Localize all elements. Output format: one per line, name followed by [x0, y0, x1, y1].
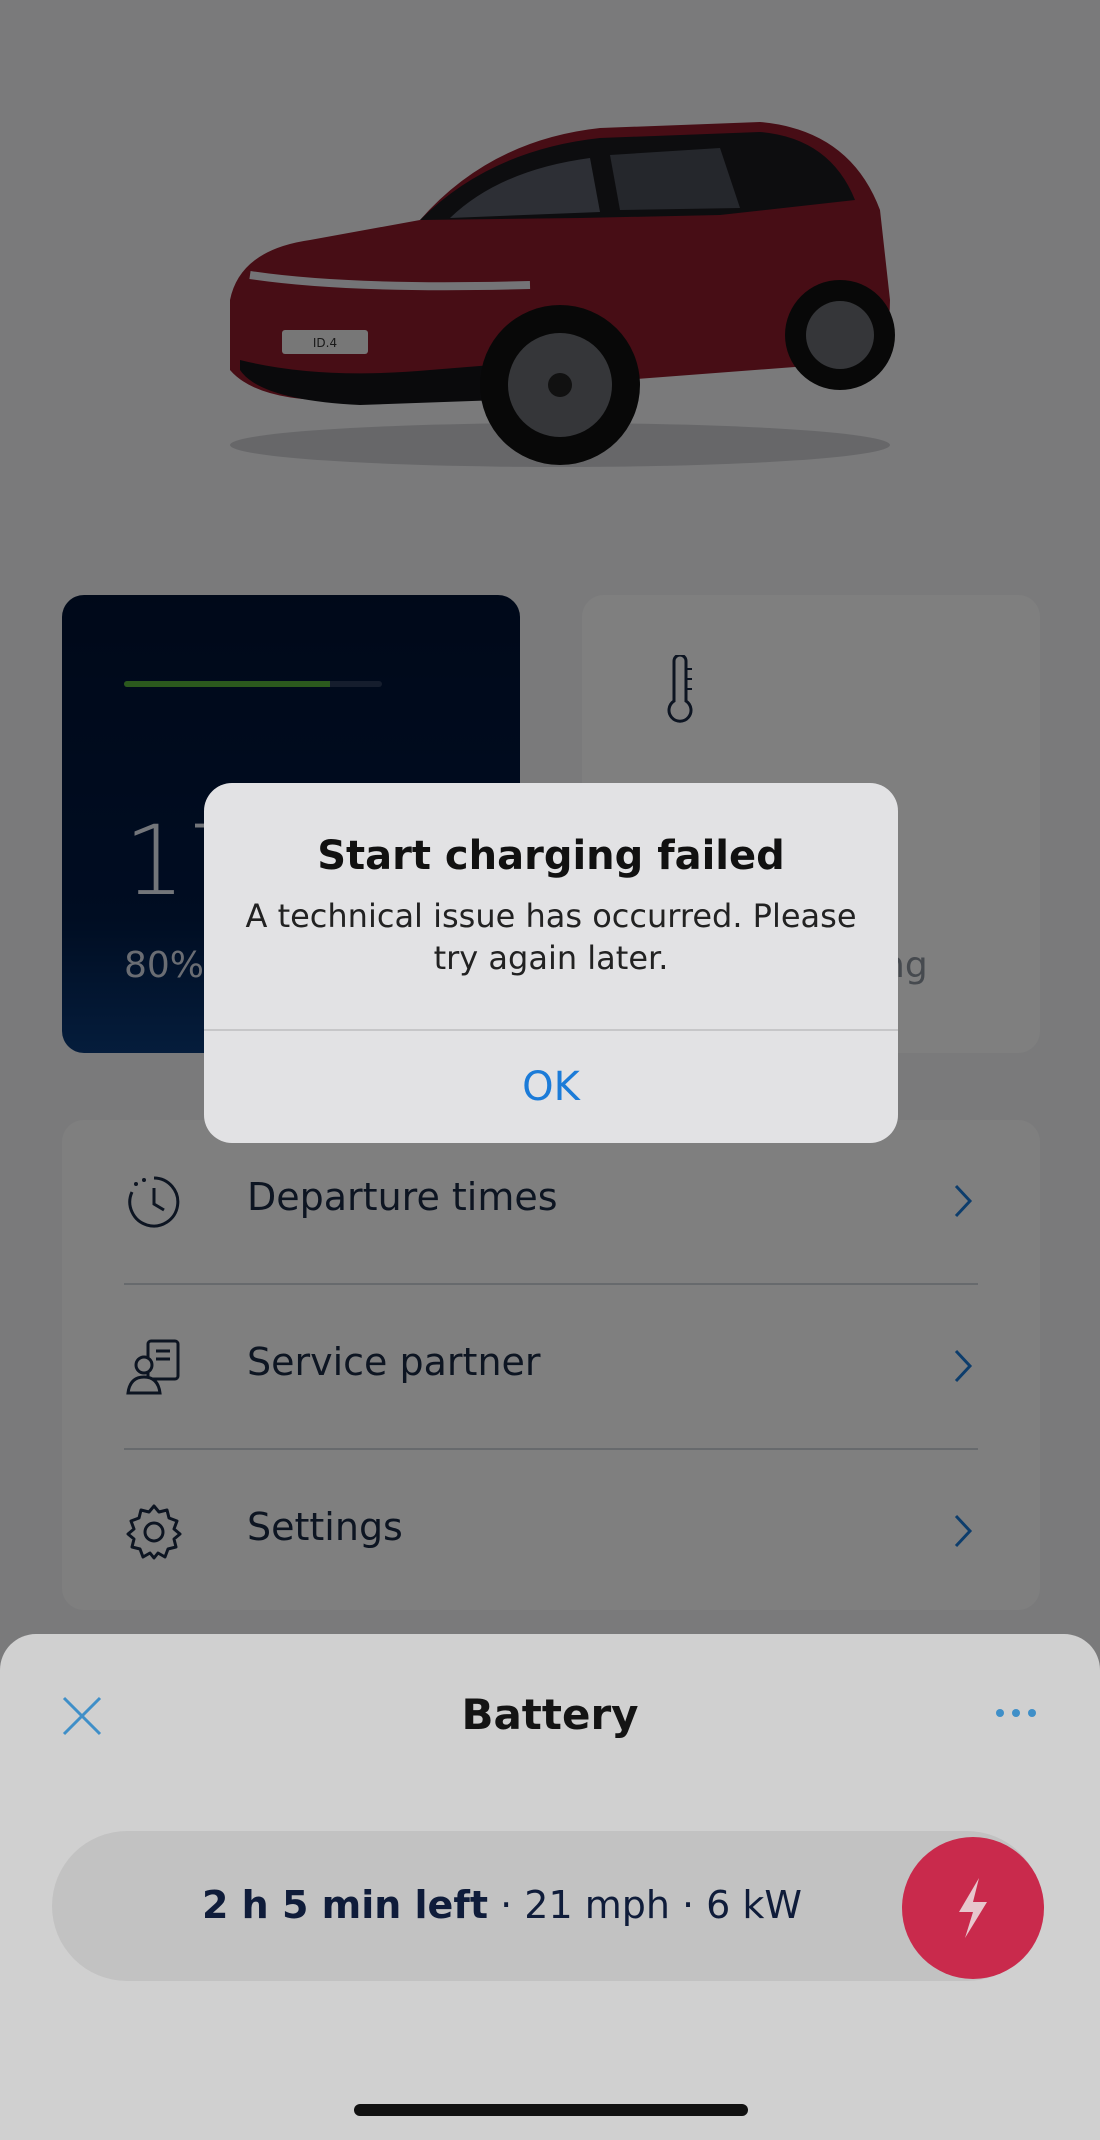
app-screen: ID.4 17 80% ng [0, 0, 1100, 2140]
home-indicator[interactable] [354, 2104, 748, 2116]
start-charging-button[interactable] [902, 1837, 1044, 1979]
alert-message: A technical issue has occurred. Please t… [245, 897, 857, 977]
ok-button[interactable]: OK [204, 1031, 898, 1143]
charging-status-text: 2 h 5 min left · 21 mph · 6 kW [52, 1883, 952, 1927]
alert-title: Start charging failed [317, 833, 785, 879]
error-alert-dialog: Start charging failed A technical issue … [204, 783, 898, 1143]
lightning-icon [959, 1878, 987, 1938]
more-options-icon[interactable] [992, 1698, 1040, 1728]
charging-time-left: 2 h 5 min left [202, 1883, 489, 1927]
charging-status-pill: 2 h 5 min left · 21 mph · 6 kW [52, 1831, 1042, 1981]
sheet-title: Battery [461, 1690, 639, 1739]
charging-details: · 21 mph · 6 kW [488, 1883, 802, 1927]
